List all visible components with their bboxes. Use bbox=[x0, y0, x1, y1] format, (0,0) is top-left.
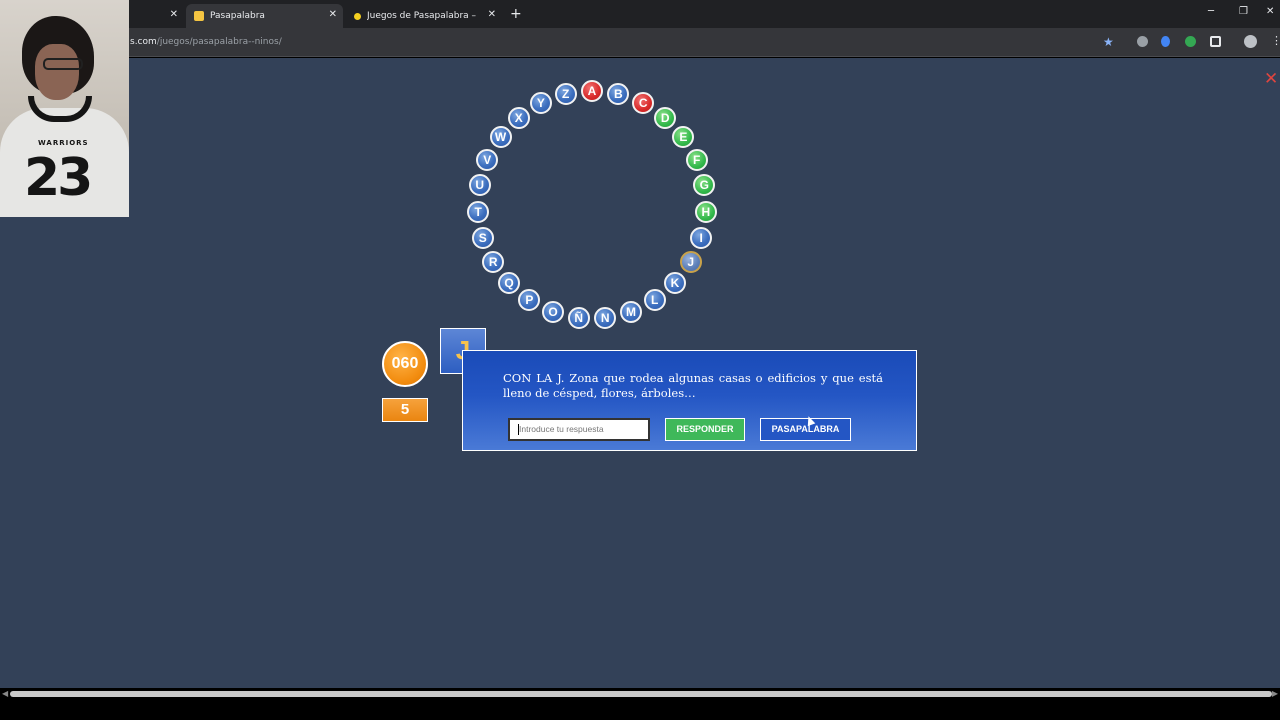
extension-globe-icon[interactable] bbox=[1137, 36, 1148, 47]
webcam-face bbox=[35, 44, 79, 100]
rosco-letter-x: X bbox=[507, 106, 530, 129]
browser-window: ✕ Pasapalabra ✕ Juegos de Pasapalabra – … bbox=[0, 0, 1280, 720]
timer-display: 060 bbox=[382, 341, 428, 387]
url-host: s.com bbox=[130, 37, 157, 47]
rosco-letter-j: J bbox=[679, 251, 702, 273]
extensions-puzzle-icon[interactable] bbox=[1210, 36, 1221, 47]
rosco-letter-h: H bbox=[694, 200, 717, 223]
bookmark-star-icon[interactable]: ★ bbox=[1103, 35, 1114, 49]
rosco-letter-s: S bbox=[471, 226, 494, 249]
rosco-letter-k: K bbox=[663, 272, 686, 295]
url-text[interactable]: s.com/juegos/pasapalabra--ninos/ bbox=[130, 37, 282, 47]
url-path: /juegos/pasapalabra--ninos/ bbox=[156, 37, 282, 47]
rosco-letter-z: Z bbox=[554, 83, 577, 106]
scroll-right-icon[interactable]: ▶ bbox=[1272, 689, 1278, 698]
rosco-letter-m: M bbox=[619, 301, 642, 324]
question-panel: CON LA J. Zona que rodea algunas casas o… bbox=[462, 350, 917, 451]
tab-webcam-hidden[interactable]: ✕ bbox=[128, 4, 184, 28]
pasapalabra-favicon-icon bbox=[194, 11, 204, 21]
rosco-letter-w: W bbox=[489, 125, 512, 148]
jersey-text: WARRIORS bbox=[38, 139, 89, 147]
tab-strip: ✕ Pasapalabra ✕ Juegos de Pasapalabra – … bbox=[0, 0, 1280, 28]
rosco-letter-d: D bbox=[654, 106, 677, 129]
rosco-letter-ñ: Ñ bbox=[567, 307, 590, 330]
close-game-icon[interactable]: ✕ bbox=[1264, 71, 1278, 88]
close-window-icon[interactable]: ✕ bbox=[1266, 6, 1274, 17]
profile-avatar-icon[interactable] bbox=[1244, 35, 1257, 48]
webcam-overlay: WARRIORS 23 bbox=[0, 0, 129, 217]
rosco-letter-v: V bbox=[476, 148, 499, 171]
close-tab-icon[interactable]: ✕ bbox=[170, 9, 178, 20]
rosco-letter-u: U bbox=[468, 174, 491, 197]
correct-count: 5 bbox=[382, 398, 428, 422]
tab-label: Pasapalabra bbox=[210, 11, 265, 21]
address-bar[interactable]: s.com/juegos/pasapalabra--ninos/ ★ ⋮ bbox=[0, 28, 1280, 57]
extension-green-icon[interactable] bbox=[1185, 36, 1196, 47]
answer-input[interactable]: Introduce tu respuesta bbox=[508, 418, 650, 441]
tab-label: Juegos de Pasapalabra – COKITOS bbox=[367, 11, 479, 21]
rosco-letter-a: A bbox=[581, 80, 603, 102]
close-tab-icon[interactable]: ✕ bbox=[329, 9, 337, 20]
tab-pasapalabra[interactable]: Pasapalabra ✕ bbox=[186, 4, 343, 28]
rosco-letter-f: F bbox=[685, 148, 708, 171]
scroll-left-icon[interactable]: ◀ bbox=[2, 689, 8, 698]
rosco-letter-i: I bbox=[690, 226, 713, 249]
rosco-letter-t: T bbox=[467, 200, 490, 223]
rosco-letter-l: L bbox=[643, 289, 666, 312]
close-tab-icon[interactable]: ✕ bbox=[488, 9, 496, 20]
question-text: CON LA J. Zona que rodea algunas casas o… bbox=[503, 371, 883, 400]
menu-kebab-icon[interactable]: ⋮ bbox=[1271, 34, 1280, 47]
extension-audio-icon[interactable] bbox=[1161, 36, 1170, 47]
horizontal-scrollbar[interactable] bbox=[10, 691, 1272, 697]
webcam-glasses bbox=[43, 58, 83, 70]
jersey-number: 23 bbox=[24, 148, 93, 208]
tab-juegos-cokitos[interactable]: Juegos de Pasapalabra – COKITOS ✕ bbox=[346, 4, 502, 28]
rosco-letter-o: O bbox=[542, 301, 564, 324]
restore-icon[interactable]: ❐ bbox=[1239, 6, 1248, 17]
cokitos-favicon-icon bbox=[354, 12, 361, 20]
new-tab-icon[interactable]: + bbox=[510, 6, 522, 22]
rosco-letter-y: Y bbox=[529, 92, 552, 115]
minimize-icon[interactable]: ─ bbox=[1208, 6, 1214, 17]
respond-button[interactable]: RESPONDER bbox=[665, 418, 745, 441]
